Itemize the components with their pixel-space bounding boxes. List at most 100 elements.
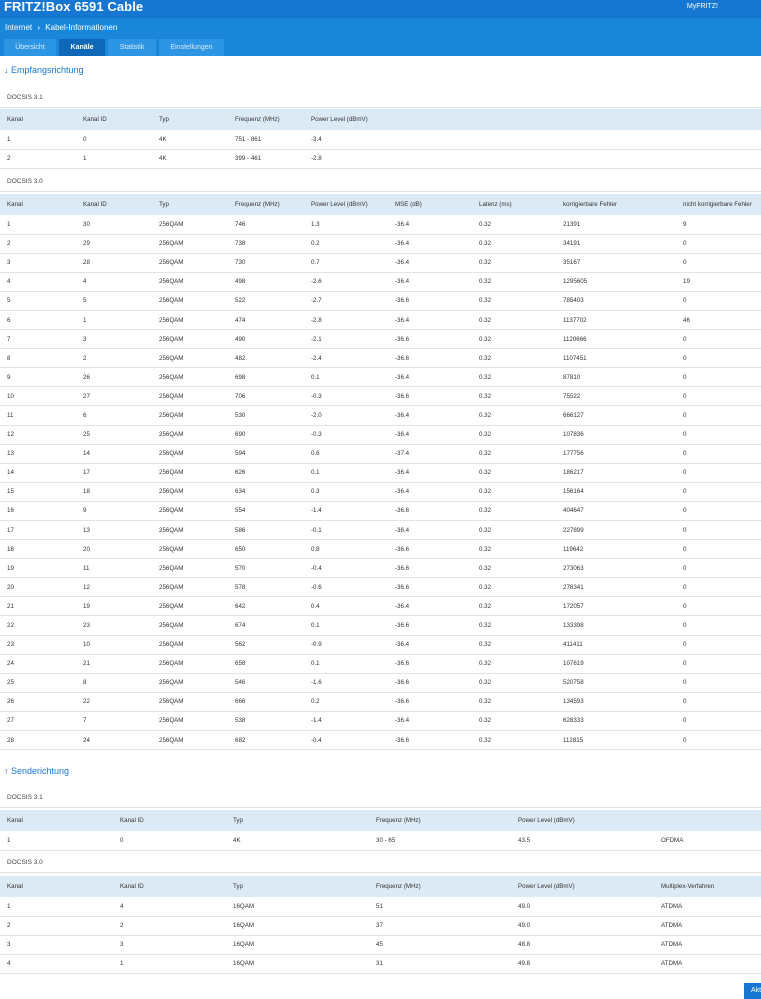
breadcrumb-parent[interactable]: Internet bbox=[5, 23, 32, 32]
table-cell: 256QAM bbox=[152, 673, 228, 693]
table-cell: 0.32 bbox=[472, 558, 556, 579]
table-cell: -37.4 bbox=[388, 444, 472, 464]
table-cell: 4 bbox=[0, 954, 113, 974]
table-cell: 411411 bbox=[556, 635, 676, 655]
table-cell: 0 bbox=[676, 482, 761, 502]
table-row: 13 14 256QAM 594 0.6 -37.4 0.32 177756 0 bbox=[0, 444, 761, 464]
column-header: Latenz (ms) bbox=[472, 194, 556, 215]
table-cell: 256QAM bbox=[152, 405, 228, 426]
downstream-docsis30-label: DOCSIS 3.0 bbox=[0, 172, 761, 192]
table-row: 2 1 4K 399 - 461 -2.8 bbox=[0, 149, 761, 169]
table-row: 8 2 256QAM 482 -2.4 -36.6 0.32 1107451 0 bbox=[0, 348, 761, 369]
table-cell: 9 bbox=[0, 367, 76, 388]
table-cell: 45 bbox=[369, 935, 511, 955]
table-cell: 34191 bbox=[556, 234, 676, 254]
table-cell: 23 bbox=[76, 615, 152, 636]
table-cell: 0.32 bbox=[472, 291, 556, 311]
table-cell: 698 bbox=[228, 367, 304, 388]
table-row: 15 18 256QAM 634 0.3 -36.4 0.32 156164 0 bbox=[0, 482, 761, 502]
tab-statistik[interactable]: Statistik bbox=[108, 39, 156, 56]
table-cell: 0.1 bbox=[304, 463, 388, 483]
table-cell: 177756 bbox=[556, 444, 676, 464]
table-cell: 0.32 bbox=[472, 310, 556, 331]
table-cell: 49.0 bbox=[511, 916, 654, 936]
table-cell: 8 bbox=[0, 348, 76, 369]
table-cell: 0 bbox=[676, 234, 761, 254]
table-cell: -36.6 bbox=[388, 329, 472, 350]
table-cell: 0 bbox=[676, 692, 761, 712]
table-row: 12 25 256QAM 690 -0.3 -36.4 0.32 107836 0 bbox=[0, 425, 761, 445]
table-cell: 256QAM bbox=[152, 482, 228, 502]
table-cell: -0.6 bbox=[304, 577, 388, 598]
table-cell: 9 bbox=[676, 215, 761, 235]
table-cell: 4 bbox=[76, 272, 152, 292]
table-cell: 256QAM bbox=[152, 730, 228, 751]
column-header: Power Level (dBmV) bbox=[511, 876, 654, 897]
table-cell: 642 bbox=[228, 596, 304, 617]
table-cell: -36.6 bbox=[388, 692, 472, 712]
table-cell: 2 bbox=[0, 234, 76, 254]
myfritz-link[interactable]: MyFRITZ! bbox=[687, 3, 718, 10]
table-cell: 0.3 bbox=[304, 482, 388, 502]
table-row: 16 9 256QAM 554 -1.4 -36.6 0.32 404647 0 bbox=[0, 501, 761, 522]
table-cell: 256QAM bbox=[152, 329, 228, 350]
table-cell: ATDMA bbox=[654, 897, 761, 917]
table-cell: 0 bbox=[676, 348, 761, 369]
tab-einstellungen[interactable]: Einstellungen bbox=[159, 39, 224, 56]
tab-kanaele[interactable]: Kanäle bbox=[59, 39, 105, 56]
table-cell: 10 bbox=[0, 386, 76, 407]
column-header: Typ bbox=[226, 876, 369, 897]
table-cell: 256QAM bbox=[152, 444, 228, 464]
table-cell: 27 bbox=[0, 711, 76, 732]
column-header: Kanal ID bbox=[76, 194, 152, 215]
table-cell: 0.32 bbox=[472, 501, 556, 522]
table-cell: 7 bbox=[0, 329, 76, 350]
table-cell: 13 bbox=[76, 520, 152, 541]
table-cell: 1137702 bbox=[556, 310, 676, 331]
table-cell: 0.2 bbox=[304, 692, 388, 712]
table-cell: 0.32 bbox=[472, 253, 556, 273]
table-cell: 2 bbox=[113, 916, 226, 936]
table-cell: -0.9 bbox=[304, 635, 388, 655]
table-cell: 7 bbox=[76, 711, 152, 732]
table-cell: 1 bbox=[0, 897, 113, 917]
table-cell: 0 bbox=[676, 386, 761, 407]
tab-uebersicht[interactable]: Übersicht bbox=[4, 39, 56, 56]
table-cell: 0.32 bbox=[472, 329, 556, 350]
table-cell: 49.8 bbox=[511, 954, 654, 974]
table-cell: 0.32 bbox=[472, 272, 556, 292]
table-cell: -2.8 bbox=[304, 149, 380, 169]
table-cell: 0 bbox=[113, 831, 226, 851]
table-row: 2 2 16QAM 37 49.0 ATDMA bbox=[0, 916, 761, 936]
column-header: Power Level (dBmV) bbox=[304, 194, 388, 215]
table-row: 19 11 256QAM 570 -0.4 -36.6 0.32 273063 0 bbox=[0, 558, 761, 579]
table-cell: -36.6 bbox=[388, 501, 472, 522]
table-cell: 0.1 bbox=[304, 615, 388, 636]
table-cell: -0.3 bbox=[304, 386, 388, 407]
table-cell: -36.6 bbox=[388, 577, 472, 598]
table-cell: 16QAM bbox=[226, 954, 369, 974]
table-cell: 256QAM bbox=[152, 272, 228, 292]
table-cell: 0 bbox=[676, 615, 761, 636]
table-row: 25 8 256QAM 546 -1.6 -36.6 0.32 520758 0 bbox=[0, 673, 761, 693]
table-row: 28 24 256QAM 682 -0.4 -36.6 0.32 112815 0 bbox=[0, 730, 761, 751]
table-cell: 227899 bbox=[556, 520, 676, 541]
table-row: 3 28 256QAM 730 0.7 -36.4 0.32 35167 0 bbox=[0, 253, 761, 273]
table-cell: 35167 bbox=[556, 253, 676, 273]
table-cell: 0 bbox=[676, 539, 761, 560]
apply-button[interactable]: Akt bbox=[744, 983, 761, 999]
table-cell: 16QAM bbox=[226, 916, 369, 936]
table-cell: -0.4 bbox=[304, 730, 388, 751]
table-cell: -36.4 bbox=[388, 215, 472, 235]
column-header: Kanal ID bbox=[113, 876, 226, 897]
table-cell: 522 bbox=[228, 291, 304, 311]
table-row: 10 27 256QAM 706 -0.3 -36.6 0.32 75522 0 bbox=[0, 386, 761, 407]
column-header: Kanal bbox=[0, 194, 76, 215]
table-cell: 0.32 bbox=[472, 405, 556, 426]
table-cell: 5 bbox=[0, 291, 76, 311]
table-cell: 0.32 bbox=[472, 539, 556, 560]
table-cell: -2.0 bbox=[304, 405, 388, 426]
table-cell: 5 bbox=[76, 291, 152, 311]
table-cell: 15 bbox=[0, 482, 76, 502]
table-cell: -2.4 bbox=[304, 348, 388, 369]
